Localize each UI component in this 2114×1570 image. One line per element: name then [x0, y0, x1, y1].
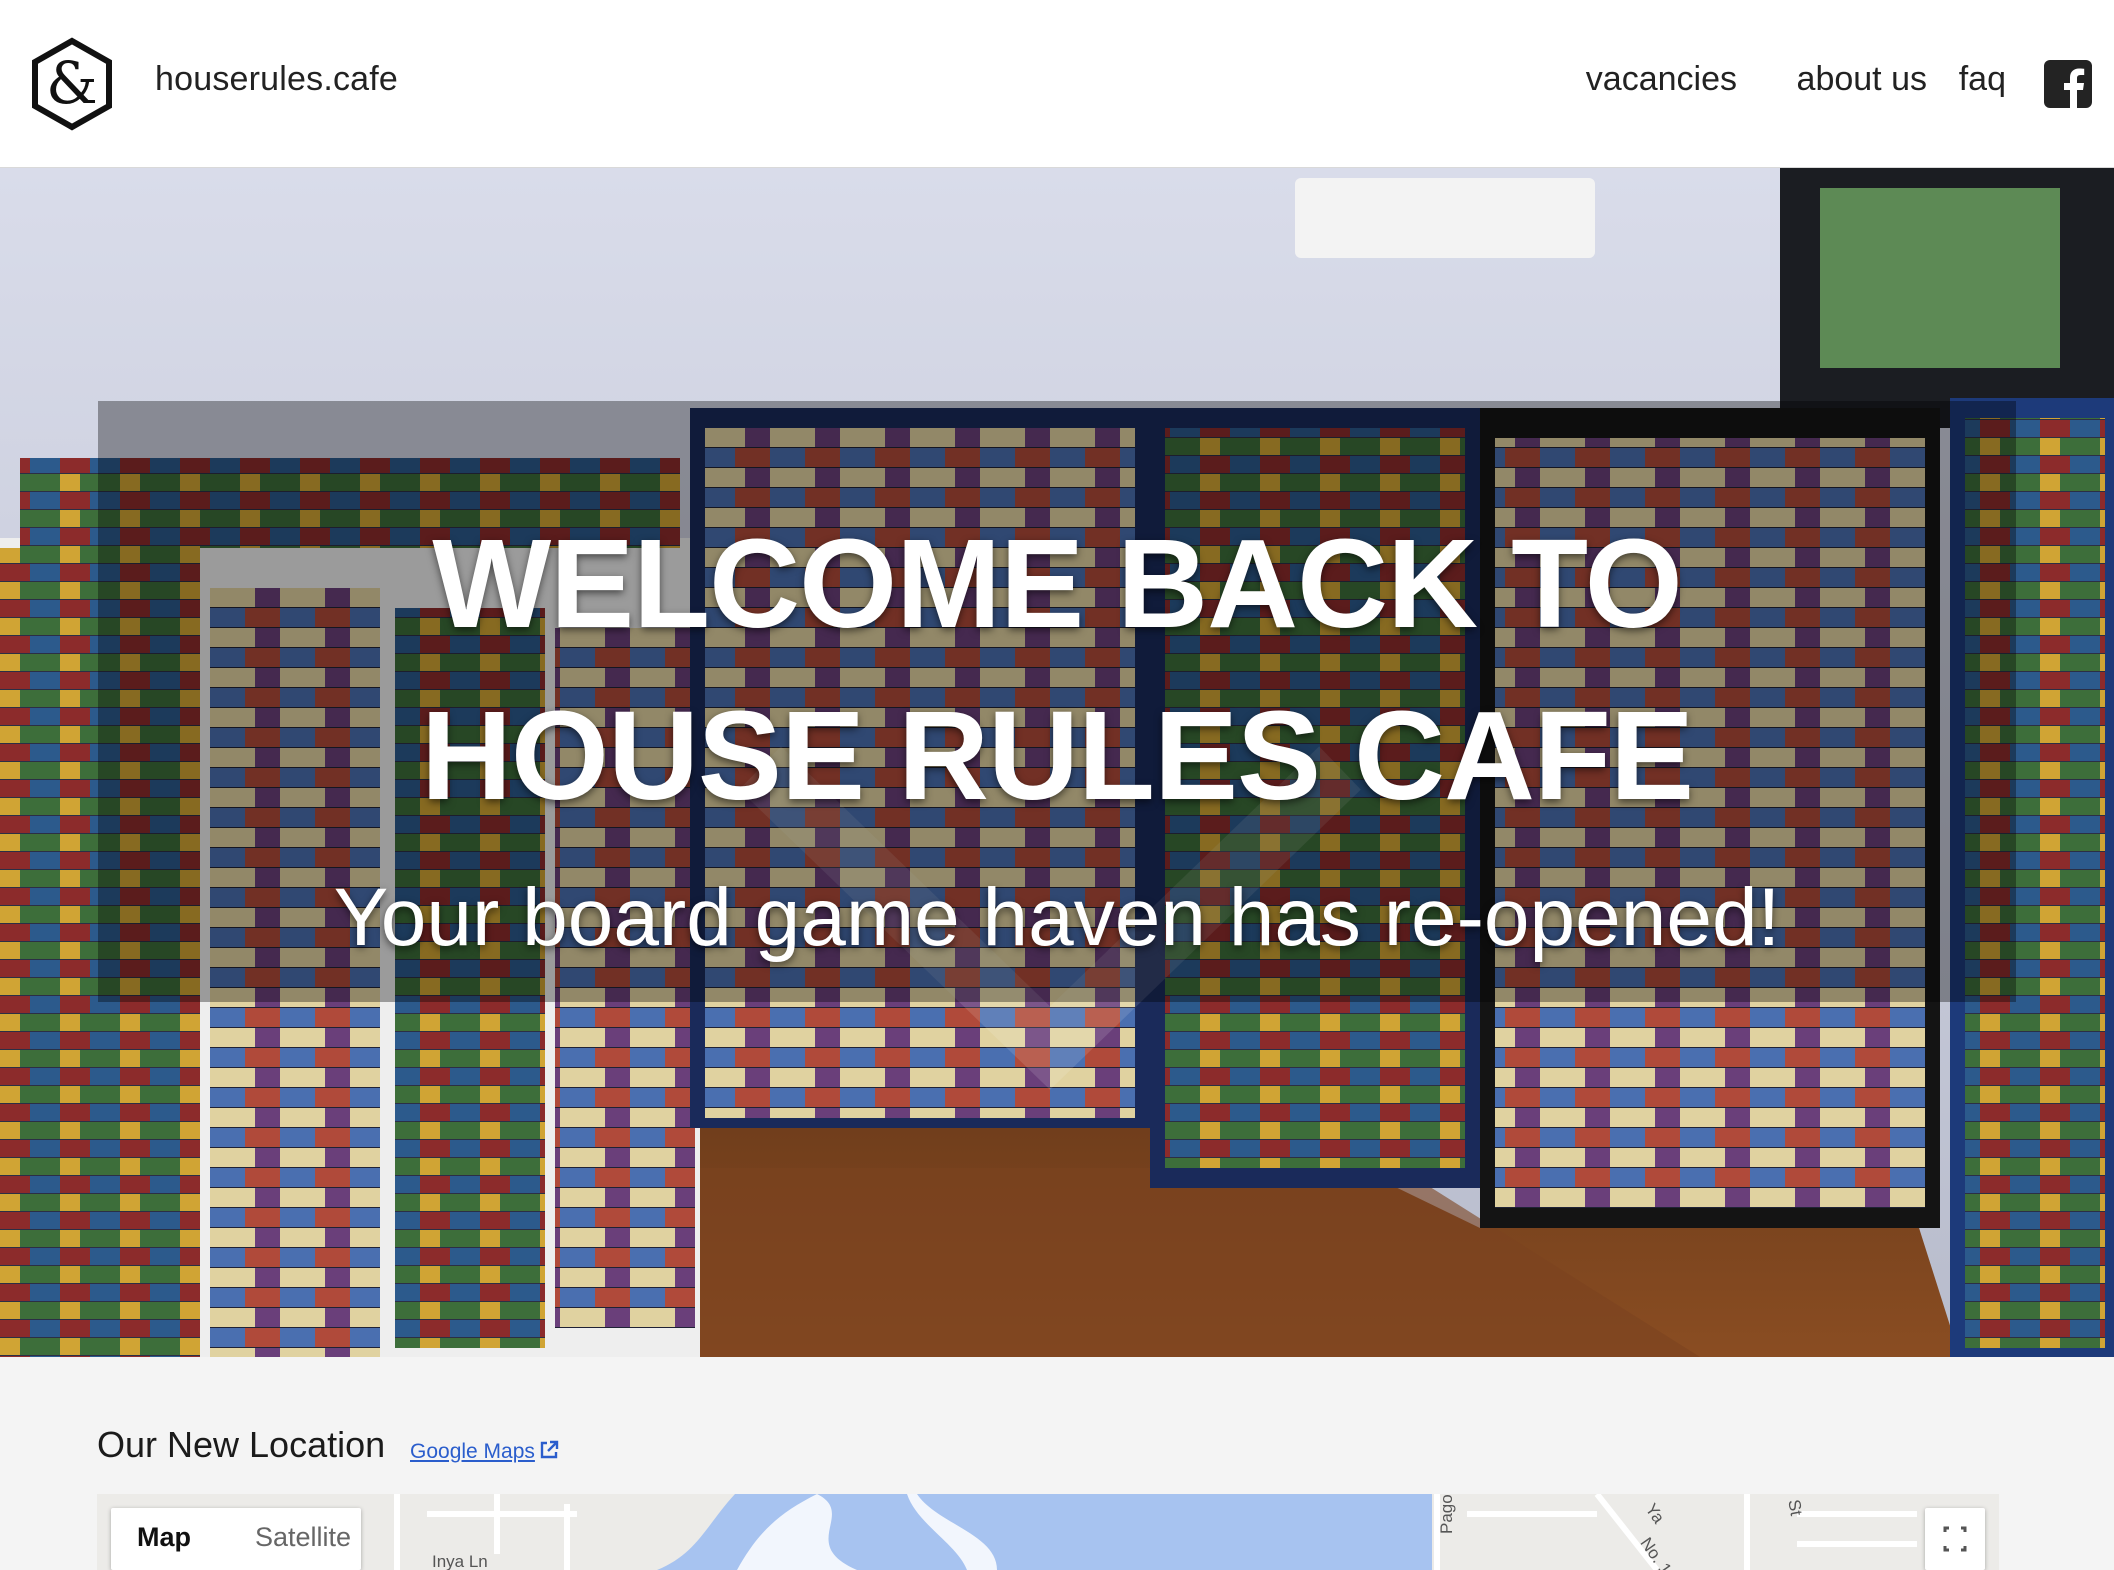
nav-vacancies[interactable]: vacancies	[1586, 60, 1737, 99]
location-heading: Our New Location	[97, 1424, 386, 1465]
hero-title: WELCOME BACK TO HOUSE RULES CAFE	[0, 498, 2114, 842]
map-tiles	[97, 1494, 1999, 1570]
nav-about-us[interactable]: about us	[1797, 60, 1927, 99]
hero-title-line-1: WELCOME BACK TO	[432, 513, 1683, 654]
road-label-inya-ln: Inya Ln	[432, 1552, 488, 1570]
logo-icon[interactable]: &	[30, 37, 114, 131]
site-header: & houserules.cafe vacancies about us faq	[0, 0, 2114, 168]
fullscreen-icon[interactable]	[1925, 1508, 1985, 1570]
google-maps-link-text: Google Maps	[410, 1440, 535, 1463]
map-type-control: Map Satellite	[111, 1508, 361, 1570]
hero-banner: WELCOME BACK TO HOUSE RULES CAFE Your bo…	[0, 168, 2114, 1357]
svg-text:&: &	[46, 49, 98, 117]
map-type-map-button[interactable]: Map	[137, 1522, 191, 1553]
embedded-map[interactable]: Inya Ln Pagoda No. 1 In Ya St Map Satell…	[97, 1494, 1999, 1570]
map-type-satellite-button[interactable]: Satellite	[255, 1522, 351, 1553]
road-label-pagoda: Pagoda	[1437, 1494, 1456, 1534]
nav-faq[interactable]: faq	[1959, 60, 2006, 99]
road-label-st: St	[1784, 1498, 1806, 1518]
site-name[interactable]: houserules.cafe	[155, 60, 398, 99]
facebook-icon[interactable]	[2044, 60, 2092, 108]
hero-title-line-2: HOUSE RULES CAFE	[420, 685, 1694, 826]
google-maps-link[interactable]: Google Maps	[410, 1440, 559, 1466]
hero-subtitle: Your board game haven has re-opened!	[333, 872, 1781, 963]
external-link-icon	[539, 1440, 559, 1466]
